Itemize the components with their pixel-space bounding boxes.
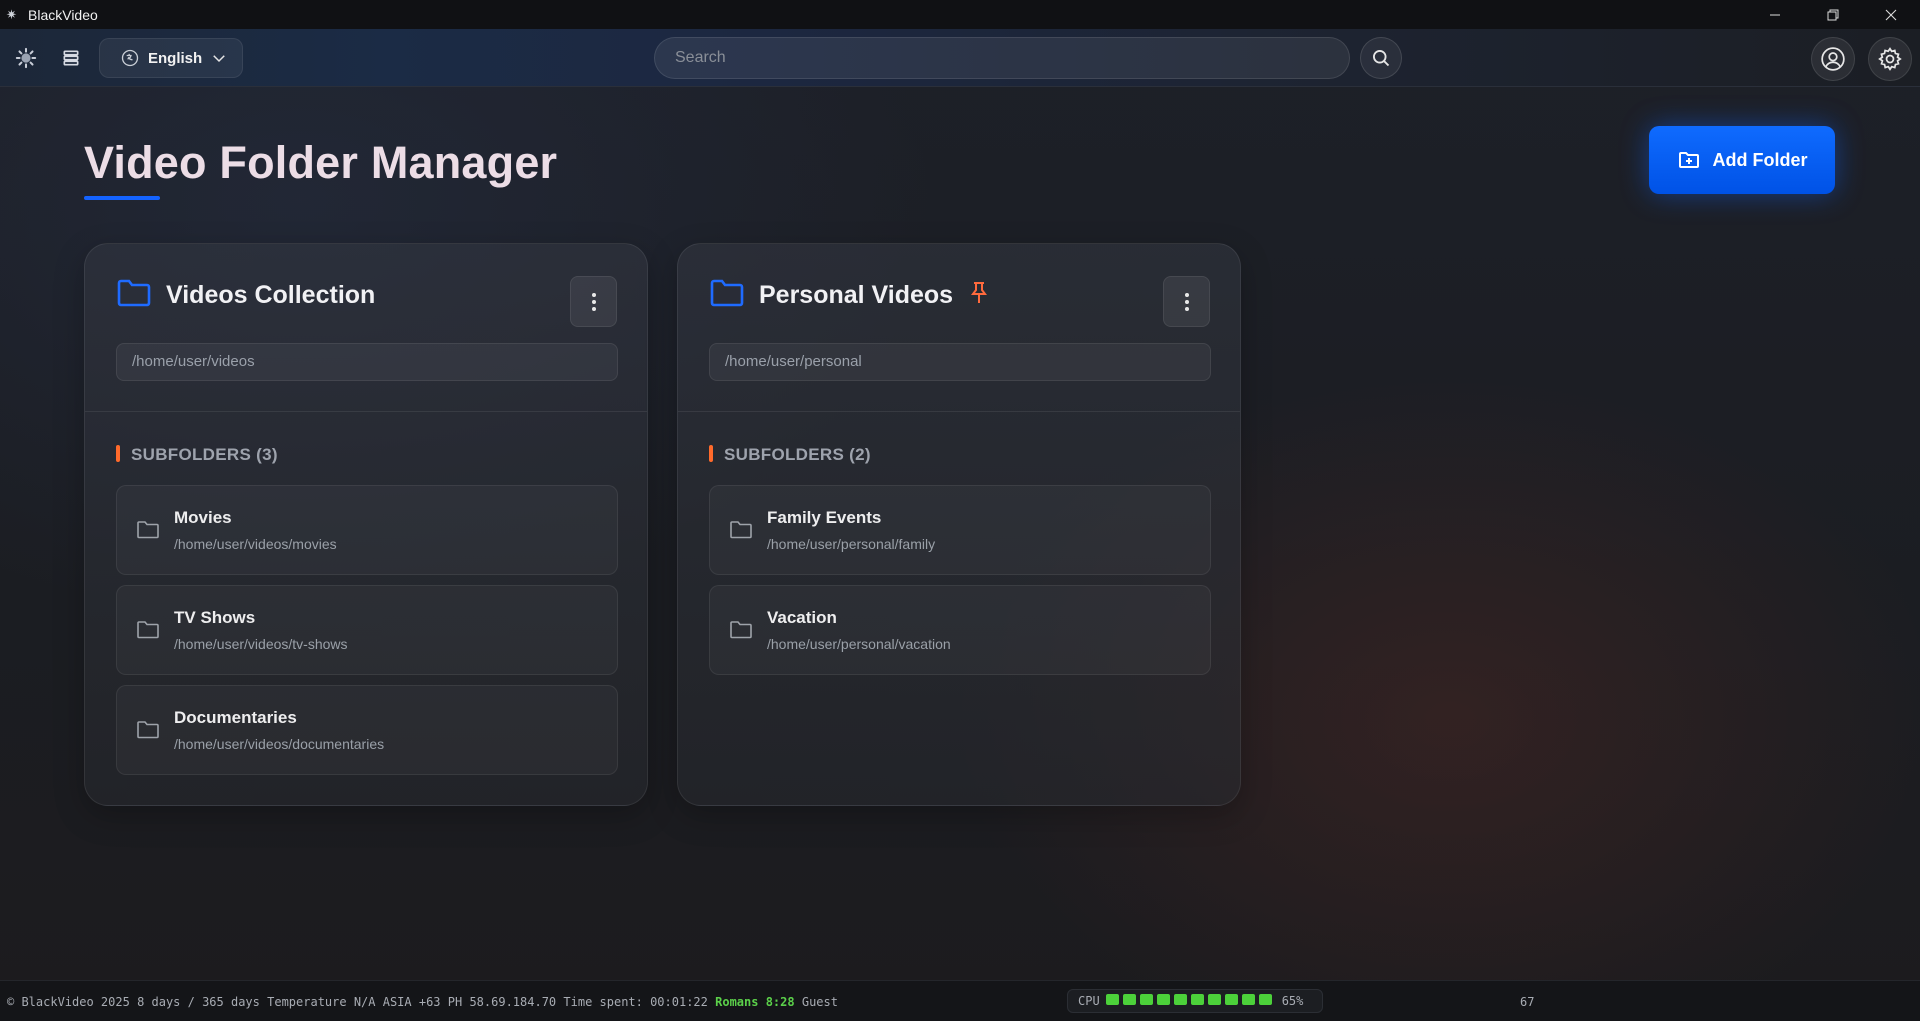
window-title: BlackVideo bbox=[28, 6, 98, 23]
user-icon bbox=[1821, 47, 1845, 71]
cpu-segment bbox=[1258, 994, 1272, 1005]
cpu-segment bbox=[1207, 994, 1221, 1005]
restore-button[interactable] bbox=[1804, 0, 1862, 29]
status-info: © BlackVideo 2025 8 days / 365 days Temp… bbox=[7, 995, 838, 1009]
subfolders-heading: SUBFOLDERS (3) bbox=[131, 445, 278, 464]
more-vertical-icon bbox=[591, 292, 596, 311]
subfolder-path: /home/user/videos/documentaries bbox=[174, 736, 385, 752]
title-underline bbox=[84, 196, 160, 200]
title-bar: ✷ BlackVideo bbox=[0, 0, 1920, 29]
subfolder-path: /home/user/videos/movies bbox=[174, 536, 337, 552]
add-folder-button[interactable]: Add Folder bbox=[1649, 126, 1835, 194]
more-vertical-icon bbox=[1184, 292, 1189, 311]
cpu-segment bbox=[1173, 994, 1187, 1005]
subfolder-item[interactable]: Documentaries /home/user/videos/document… bbox=[116, 685, 618, 775]
section-marker bbox=[116, 445, 120, 462]
status-time-spent: Time spent: 00:01:22 bbox=[563, 995, 708, 1009]
folder-title: Videos Collection bbox=[166, 281, 376, 309]
close-icon bbox=[1885, 9, 1897, 20]
list-icon bbox=[63, 50, 79, 66]
add-folder-label: Add Folder bbox=[1712, 149, 1808, 170]
cpu-segment bbox=[1190, 994, 1204, 1005]
cpu-percent: 65% bbox=[1281, 994, 1304, 1008]
minimize-icon bbox=[1770, 14, 1780, 15]
status-user-time: Romans 8:28 bbox=[715, 995, 795, 1009]
settings-gear-icon bbox=[1878, 47, 1902, 71]
status-temperature: Temperature N/A bbox=[267, 995, 376, 1009]
cpu-segment bbox=[1241, 994, 1255, 1005]
subfolder-name: TV Shows bbox=[174, 608, 256, 627]
sidebar-toggle-button[interactable] bbox=[57, 44, 85, 72]
subfolder-folder-icon bbox=[136, 520, 160, 545]
subfolder-path: /home/user/personal/vacation bbox=[767, 636, 951, 652]
status-days: 8 days / 365 days bbox=[137, 995, 260, 1009]
folder-icon bbox=[709, 277, 745, 314]
language-selector[interactable]: English bbox=[99, 38, 243, 78]
subfolder-item[interactable]: Movies /home/user/videos/movies bbox=[116, 485, 618, 575]
search-bar bbox=[654, 37, 1350, 79]
subfolder-item[interactable]: TV Shows /home/user/videos/tv-shows bbox=[116, 585, 618, 675]
minimize-button[interactable] bbox=[1746, 0, 1804, 29]
card-divider bbox=[85, 411, 647, 412]
cpu-meter: CPU 65% bbox=[1067, 989, 1323, 1013]
subfolder-folder-icon bbox=[729, 620, 753, 645]
app-menu-button[interactable] bbox=[12, 44, 40, 72]
cpu-segment bbox=[1224, 994, 1238, 1005]
status-ip: 58.69.184.70 bbox=[469, 995, 557, 1009]
close-button[interactable] bbox=[1862, 0, 1920, 29]
folder-menu-button[interactable] bbox=[1163, 276, 1210, 327]
status-user: Guest bbox=[801, 995, 838, 1009]
search-icon bbox=[1373, 50, 1390, 67]
search-input[interactable] bbox=[655, 38, 1349, 78]
subfolders-heading: SUBFOLDERS (2) bbox=[724, 445, 871, 464]
page-title: Video Folder Manager bbox=[84, 137, 558, 188]
status-region: ASIA +63 PH bbox=[382, 995, 463, 1009]
folder-path-field[interactable]: /home/user/personal bbox=[709, 343, 1211, 381]
folder-title: Personal Videos bbox=[759, 281, 954, 309]
subfolder-name: Vacation bbox=[767, 608, 837, 627]
language-label: English bbox=[148, 49, 203, 67]
subfolder-folder-icon bbox=[136, 620, 160, 645]
cpu-segment bbox=[1105, 994, 1119, 1005]
cpu-segment bbox=[1156, 994, 1170, 1005]
settings-button[interactable] bbox=[1868, 37, 1912, 81]
restore-icon bbox=[1827, 9, 1839, 20]
subfolder-item[interactable]: Vacation /home/user/personal/vacation bbox=[709, 585, 1211, 675]
search-button[interactable] bbox=[1360, 37, 1402, 79]
section-marker bbox=[709, 445, 713, 462]
subfolder-folder-icon bbox=[729, 520, 753, 545]
subfolder-name: Family Events bbox=[767, 508, 882, 527]
window-controls bbox=[1746, 0, 1920, 29]
folder-plus-icon bbox=[1678, 152, 1699, 168]
cpu-label: CPU bbox=[1078, 994, 1100, 1008]
folder-icon bbox=[116, 277, 152, 314]
pin-icon[interactable] bbox=[969, 281, 989, 310]
status-copyright: © BlackVideo 2025 bbox=[7, 995, 130, 1009]
cpu-segment bbox=[1139, 994, 1153, 1005]
folder-path-field[interactable]: /home/user/videos bbox=[116, 343, 618, 381]
cpu-bar bbox=[1105, 994, 1276, 1008]
card-divider bbox=[678, 411, 1240, 412]
status-count: 67 bbox=[1520, 995, 1535, 1009]
subfolder-name: Movies bbox=[174, 508, 232, 527]
language-icon bbox=[121, 49, 139, 67]
cpu-segment bbox=[1122, 994, 1136, 1005]
subfolder-path: /home/user/personal/family bbox=[767, 536, 936, 552]
folder-card: Personal Videos /home/user/personal SUBF… bbox=[677, 243, 1241, 806]
subfolder-item[interactable]: Family Events /home/user/personal/family bbox=[709, 485, 1211, 575]
app-logo-icon: ✷ bbox=[6, 6, 17, 22]
account-button[interactable] bbox=[1811, 37, 1855, 81]
subfolder-folder-icon bbox=[136, 720, 160, 745]
chevron-down-icon bbox=[213, 55, 225, 63]
folder-card: Videos Collection /home/user/videos SUBF… bbox=[84, 243, 648, 806]
gear-logo-icon bbox=[15, 47, 37, 69]
folder-menu-button[interactable] bbox=[570, 276, 617, 327]
subfolder-name: Documentaries bbox=[174, 708, 297, 727]
top-toolbar: English bbox=[0, 29, 1920, 87]
status-bar: © BlackVideo 2025 8 days / 365 days Temp… bbox=[0, 980, 1920, 1021]
subfolder-path: /home/user/videos/tv-shows bbox=[174, 636, 348, 652]
